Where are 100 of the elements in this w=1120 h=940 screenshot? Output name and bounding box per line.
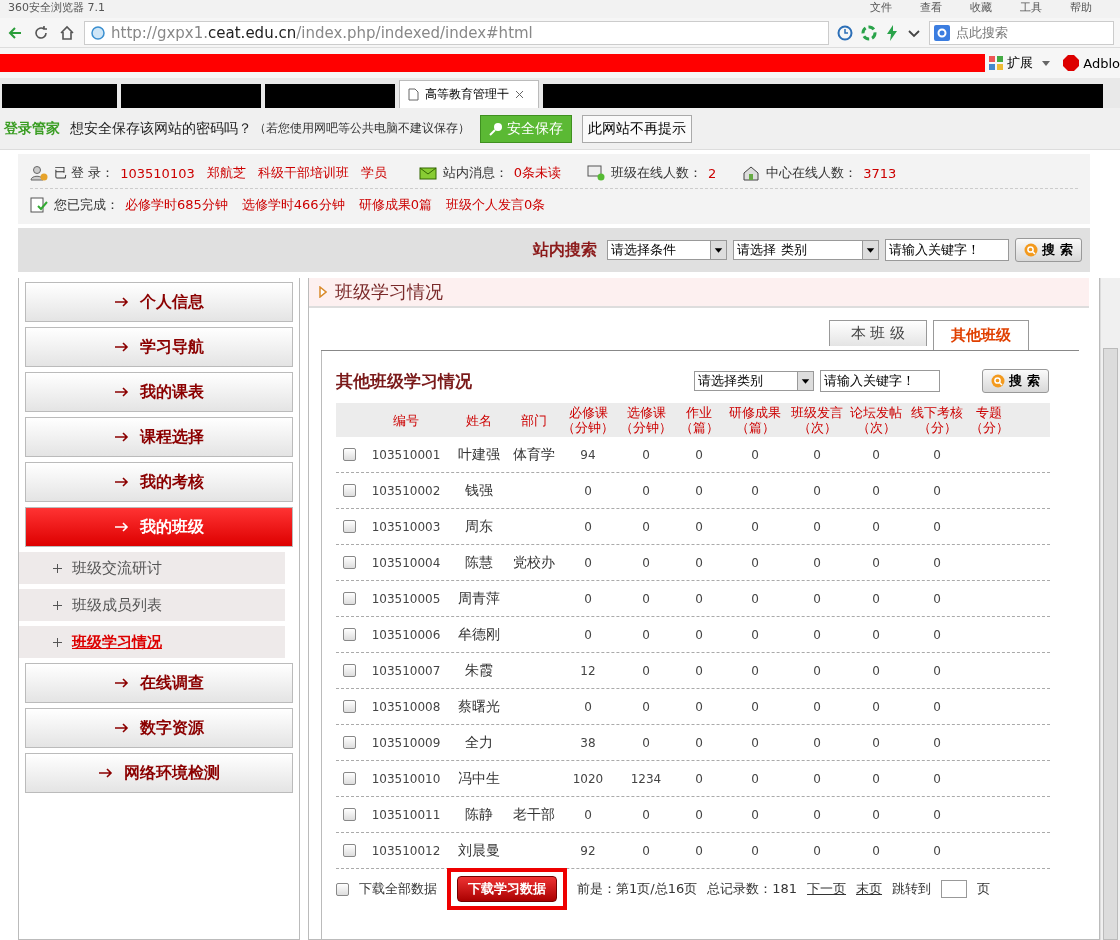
- sidebar-item[interactable]: 网络环境检测: [25, 753, 293, 793]
- table-cell-text: 0: [583, 483, 593, 498]
- search-icon: [1024, 243, 1039, 257]
- table-cell-text: 103510001: [370, 447, 442, 462]
- table-cell-text: 103510003: [370, 519, 442, 534]
- condition-select[interactable]: 请选择条件: [607, 240, 728, 260]
- scrollbar[interactable]: [1100, 278, 1120, 940]
- menu-item[interactable]: 收藏: [970, 0, 992, 15]
- row-checkbox[interactable]: [342, 520, 356, 533]
- table-cell-text: 0: [812, 555, 822, 570]
- table-cell-text: 0: [583, 591, 593, 606]
- sidebar-item[interactable]: 课程选择: [25, 417, 293, 457]
- tab[interactable]: 其他班级: [933, 320, 1029, 350]
- search-button[interactable]: 搜 索: [982, 369, 1049, 393]
- row-checkbox[interactable]: [342, 484, 356, 497]
- row-checkbox[interactable]: [342, 736, 356, 749]
- sidebar-item[interactable]: 个人信息: [25, 282, 293, 322]
- row-checkbox[interactable]: [342, 448, 356, 461]
- row-checkbox[interactable]: [342, 664, 356, 677]
- triangle-icon: [319, 286, 327, 298]
- plus-icon: [53, 600, 62, 610]
- refresh-icon[interactable]: [32, 23, 50, 42]
- table-cell-text: 0: [932, 843, 942, 858]
- table-cell-text: 0: [641, 627, 651, 642]
- sidebar-item[interactable]: 数字资源: [25, 708, 293, 748]
- table-cell-text: 103510007: [370, 663, 442, 678]
- table-cell-text: 0: [750, 483, 760, 498]
- home-icon[interactable]: [58, 23, 76, 42]
- table-cell-text: 体育学: [512, 445, 556, 464]
- row-checkbox[interactable]: [342, 628, 356, 641]
- sidebar-item[interactable]: 在线调查: [25, 663, 293, 703]
- column-header: 线下考核 （分）: [910, 405, 964, 435]
- row-checkbox[interactable]: [342, 844, 356, 857]
- sidebar-item[interactable]: 我的课表: [25, 372, 293, 412]
- table-cell-text: 0: [871, 735, 881, 750]
- row-checkbox[interactable]: [342, 808, 356, 821]
- row-checkbox[interactable]: [342, 556, 356, 569]
- search-field[interactable]: 点此搜索: [929, 20, 1114, 45]
- extensions-button[interactable]: 扩展: [989, 54, 1034, 72]
- adblock-button[interactable]: Adblo: [1063, 55, 1120, 71]
- table-cell-text: 0: [583, 807, 593, 822]
- table-cell-text: 0: [641, 591, 651, 606]
- category-select[interactable]: 请选择 类别: [733, 240, 880, 260]
- sidebar-subitem[interactable]: 班级成员列表: [19, 589, 285, 621]
- table-cell-text: 0: [750, 519, 760, 534]
- clock-icon[interactable]: [837, 24, 853, 41]
- login-value: 科级干部培训班: [257, 164, 349, 182]
- row-checkbox[interactable]: [342, 772, 356, 785]
- page-field[interactable]: [941, 880, 968, 898]
- recycle-icon[interactable]: [861, 24, 877, 41]
- keyword-field[interactable]: 请输入关键字！: [820, 370, 941, 392]
- sidebar-subitem[interactable]: 班级交流研讨: [19, 552, 285, 584]
- table-cell-text: 0: [871, 843, 881, 858]
- table-cell-text: 0: [641, 843, 651, 858]
- last-page-link[interactable]: 末页: [856, 880, 883, 898]
- table-cell-text: 党校办: [512, 553, 556, 572]
- table-cell-text: 0: [750, 555, 760, 570]
- menu-item[interactable]: 帮助: [1070, 0, 1092, 15]
- table-cell-text: 朱霞: [464, 661, 494, 680]
- column-header: 专题 （分）: [968, 405, 1010, 435]
- category-select[interactable]: 请选择类别: [694, 371, 815, 391]
- close-icon[interactable]: [515, 90, 524, 99]
- table-cell-text: 周东: [464, 517, 494, 536]
- arrow-icon: [98, 768, 114, 778]
- never-ask-button[interactable]: 此网站不再提示: [582, 114, 692, 143]
- table-cell-text: 0: [812, 699, 822, 714]
- messages-count[interactable]: 0条未读: [513, 164, 561, 182]
- address-field[interactable]: http://gxpx1.ceat.edu.cn/index.php/indexed/index#html: [84, 20, 829, 45]
- row-checkbox[interactable]: [342, 592, 356, 605]
- table-cell-text: 0: [812, 807, 822, 822]
- arrow-icon: [114, 432, 130, 442]
- arrow-icon: [114, 387, 130, 397]
- table-cell-text: 0: [932, 771, 942, 786]
- caret-icon[interactable]: [1041, 59, 1052, 67]
- download-all-checkbox[interactable]: [336, 882, 349, 896]
- next-page-link[interactable]: 下一页: [807, 880, 847, 898]
- table-cell-text: 0: [694, 483, 704, 498]
- menu-item[interactable]: 工具: [1020, 0, 1042, 15]
- table-cell-text: 蔡曙光: [457, 697, 501, 716]
- browser-tab[interactable]: 高等教育管理干: [399, 80, 539, 108]
- table-cell-text: 0: [694, 663, 704, 678]
- lightning-icon[interactable]: [885, 24, 899, 41]
- site-search-title: 站内搜索: [533, 239, 598, 261]
- tab[interactable]: 本 班 级: [829, 320, 927, 346]
- sidebar-item[interactable]: 学习导航: [25, 327, 293, 367]
- arrow-icon: [114, 522, 130, 532]
- sidebar-item[interactable]: 我的考核: [25, 462, 293, 502]
- sidebar-item[interactable]: 我的班级: [25, 507, 293, 547]
- table-cell-text: 0: [932, 555, 942, 570]
- menu-item[interactable]: 查看: [920, 0, 942, 15]
- row-checkbox[interactable]: [342, 700, 356, 713]
- table-cell-text: 0: [932, 591, 942, 606]
- search-button[interactable]: 搜 索: [1015, 238, 1082, 262]
- menu-item[interactable]: 文件: [870, 0, 892, 15]
- keyword-field[interactable]: 请输入关键字！: [885, 239, 1010, 261]
- download-button[interactable]: 下载学习数据: [457, 876, 557, 902]
- table-cell-text: 0: [750, 663, 760, 678]
- column-header: 必修课 （分钟）: [561, 405, 615, 435]
- table-cell-text: 0: [871, 483, 881, 498]
- completed-item: 班级个人发言0条: [445, 195, 546, 214]
